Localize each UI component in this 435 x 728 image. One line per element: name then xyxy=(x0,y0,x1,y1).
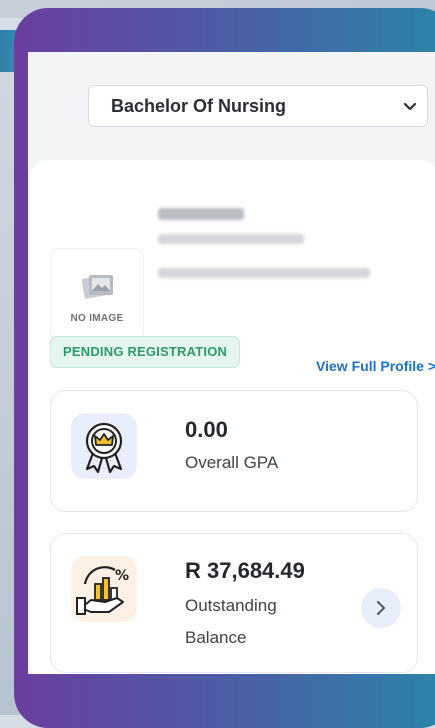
chevron-right-icon xyxy=(377,601,385,615)
finance-chart-icon: % xyxy=(76,566,129,615)
balance-details-button[interactable] xyxy=(361,588,401,628)
gpa-value: 0.00 xyxy=(185,417,228,442)
award-badge-icon xyxy=(85,422,123,474)
avatar: NO IMAGE xyxy=(50,248,144,342)
chevron-down-icon xyxy=(403,102,417,111)
student-email-redacted xyxy=(158,268,370,278)
avatar-caption: NO IMAGE xyxy=(70,313,124,324)
image-placeholder-icon xyxy=(81,275,113,299)
status-badge: PENDING REGISTRATION xyxy=(50,336,241,368)
view-full-profile-link[interactable]: View Full Profile > xyxy=(316,358,435,374)
student-profile-card: NO IMAGE PENDING REGISTRATION View Full … xyxy=(30,160,435,674)
program-select[interactable]: Bachelor Of Nursing xyxy=(88,85,428,127)
app-screen: Bachelor Of Nursing NO IMAGE PENDING REG… xyxy=(28,52,435,674)
balance-label-line2: Balance xyxy=(185,628,247,647)
balance-value: R 37,684.49 xyxy=(185,558,305,583)
svg-text:%: % xyxy=(115,568,129,584)
student-name-redacted xyxy=(158,208,244,220)
program-select-value: Bachelor Of Nursing xyxy=(111,96,287,116)
gpa-card: 0.00 Overall GPA xyxy=(50,390,418,512)
gpa-icon-tile xyxy=(71,413,137,479)
balance-label: Outstanding Balance xyxy=(185,590,325,654)
gpa-label: Overall GPA xyxy=(185,453,279,472)
balance-icon-tile: % xyxy=(71,556,137,622)
student-number-redacted xyxy=(158,234,304,244)
balance-card[interactable]: % R 37,684.49 Outstanding Balance xyxy=(50,533,418,673)
balance-label-line1: Outstanding xyxy=(185,596,277,615)
